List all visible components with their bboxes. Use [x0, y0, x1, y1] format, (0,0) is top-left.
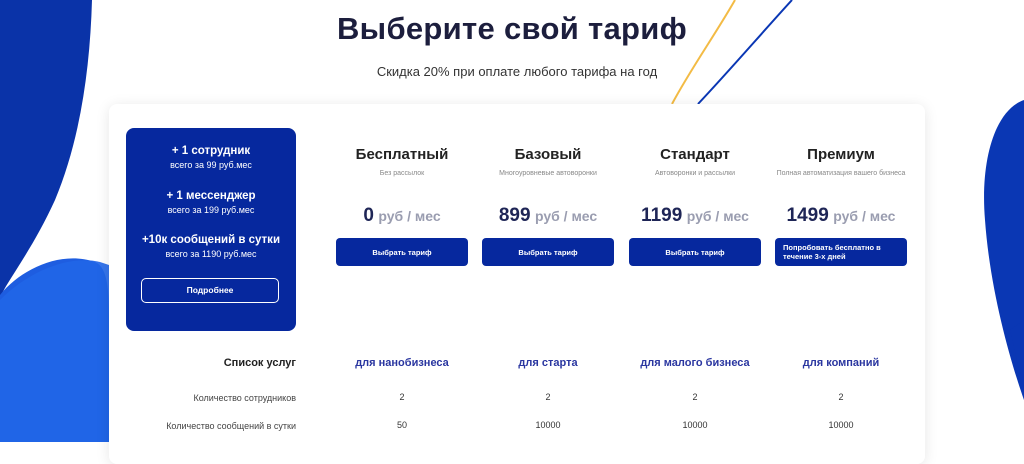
price-unit: руб / мес	[378, 208, 441, 224]
row-label-messages: Количество сообщений в сутки	[166, 421, 296, 431]
plan-name: Бесплатный	[355, 146, 449, 163]
page-title: Выберите свой тариф	[336, 11, 687, 46]
segment-label: для малого бизнеса	[640, 357, 750, 369]
plan-standard: Стандарт Автоворонки и рассылки 1199 руб…	[627, 146, 763, 266]
price-unit: руб / мес	[833, 208, 896, 224]
addons-panel: + 1 сотрудник всего за 99 руб.мес + 1 ме…	[126, 128, 296, 331]
addon-title: +10к сообщений в сутки	[141, 234, 281, 246]
table-cell: 2	[838, 392, 844, 402]
price-value: 0	[363, 205, 374, 226]
addon-title: + 1 мессенджер	[166, 190, 256, 202]
plan-price: 899 руб / мес	[480, 205, 616, 227]
price-unit: руб / мес	[534, 208, 598, 224]
page-subtitle: Скидка 20% при оплате любого тарифа на г…	[376, 64, 658, 79]
plan-description: Автоворонки и рассылки	[654, 170, 736, 177]
addon-messenger: + 1 мессенджер всего за 199 руб.мес	[126, 190, 296, 215]
addon-price: всего за 1190 руб.мес	[165, 249, 257, 259]
table-cell: 10000	[535, 420, 561, 430]
addon-title: + 1 сотрудник	[171, 145, 251, 157]
plan-name: Базовый	[514, 146, 582, 163]
choose-plan-button[interactable]: Выбрать тариф	[629, 238, 761, 266]
addon-price: всего за 99 руб.мес	[170, 160, 252, 170]
table-cell: 50	[396, 420, 407, 430]
plan-description: Многоуровневые автоворонки	[499, 170, 597, 177]
table-cell: 2	[692, 392, 698, 402]
details-button[interactable]: Подробнее	[141, 278, 279, 303]
plan-basic: Базовый Многоуровневые автоворонки 899 р…	[480, 146, 616, 266]
plan-premium: Премиум Полная автоматизация вашего бизн…	[773, 146, 909, 266]
addon-employee: + 1 сотрудник всего за 99 руб.мес	[126, 145, 296, 170]
plan-free: Бесплатный Без рассылок 0 руб / мес Выбр…	[334, 146, 470, 266]
price-value: 899	[498, 205, 531, 226]
segment-label: для компаний	[802, 357, 880, 369]
choose-plan-button[interactable]: Выбрать тариф	[336, 238, 468, 266]
choose-plan-button[interactable]: Выбрать тариф	[482, 238, 614, 266]
row-label-employees: Количество сотрудников	[193, 393, 296, 403]
table-cell: 10000	[682, 420, 708, 430]
plan-price: 1499 руб / мес	[773, 205, 909, 227]
plan-price: 0 руб / мес	[334, 205, 470, 227]
plan-description: Полная автоматизация вашего бизнеса	[776, 170, 906, 177]
free-trial-button[interactable]: Попробовать бесплатно в течение 3-х дней	[775, 238, 907, 266]
addon-messages: +10к сообщений в сутки всего за 1190 руб…	[126, 234, 296, 259]
plan-description: Без рассылок	[379, 170, 425, 177]
plan-name: Премиум	[807, 146, 875, 163]
plan-price: 1199 руб / мес	[627, 205, 763, 227]
table-cell: 2	[399, 392, 405, 402]
segment-label: для нанобизнеса	[355, 357, 449, 369]
plan-name: Стандарт	[660, 146, 730, 163]
segment-label: для старта	[518, 357, 578, 369]
table-cell: 10000	[828, 420, 854, 430]
addon-price: всего за 199 руб.мес	[167, 205, 255, 215]
price-value: 1199	[641, 205, 683, 226]
price-unit: руб / мес	[686, 208, 749, 224]
price-value: 1499	[786, 205, 829, 226]
services-list-label: Список услуг	[223, 357, 296, 369]
table-cell: 2	[545, 392, 551, 402]
